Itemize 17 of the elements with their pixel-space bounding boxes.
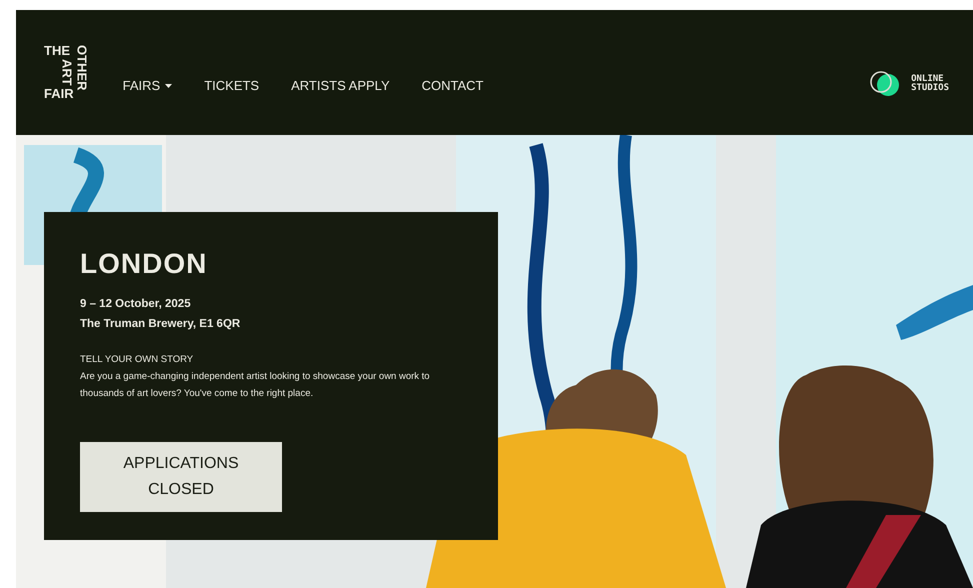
nav-link[interactable]: CONTACT <box>422 78 484 93</box>
description: Are you a game-changing independent artist looking to showcase your own work to thousands of art lovers? You've come to the right place. <box>80 370 431 401</box>
nav-link[interactable]: TICKETS <box>204 78 260 93</box>
applications-button[interactable]: APPLICATIONS CLOSED <box>80 442 282 512</box>
logo-word[interactable]: FAIR <box>44 88 74 100</box>
logo-word[interactable]: THE <box>44 45 74 58</box>
nav-link[interactable]: ARTISTS APPLY <box>291 78 390 93</box>
logo-word[interactable]: ART <box>44 57 74 88</box>
event-dates: 9 – 12 October, 2025 <box>80 297 192 312</box>
logo-word[interactable]: OTHER <box>76 45 89 100</box>
nav-link[interactable]: FAIRS <box>122 78 172 93</box>
caret-icon <box>165 84 172 88</box>
studios-label[interactable]: STUDIOS <box>911 84 949 92</box>
city-title: LONDON <box>80 248 208 280</box>
venue-address: The Truman Brewery, E1 6QR <box>80 317 242 332</box>
studios-label[interactable]: ONLINE <box>911 74 949 84</box>
tagline: TELL YOUR OWN STORY <box>80 353 194 367</box>
